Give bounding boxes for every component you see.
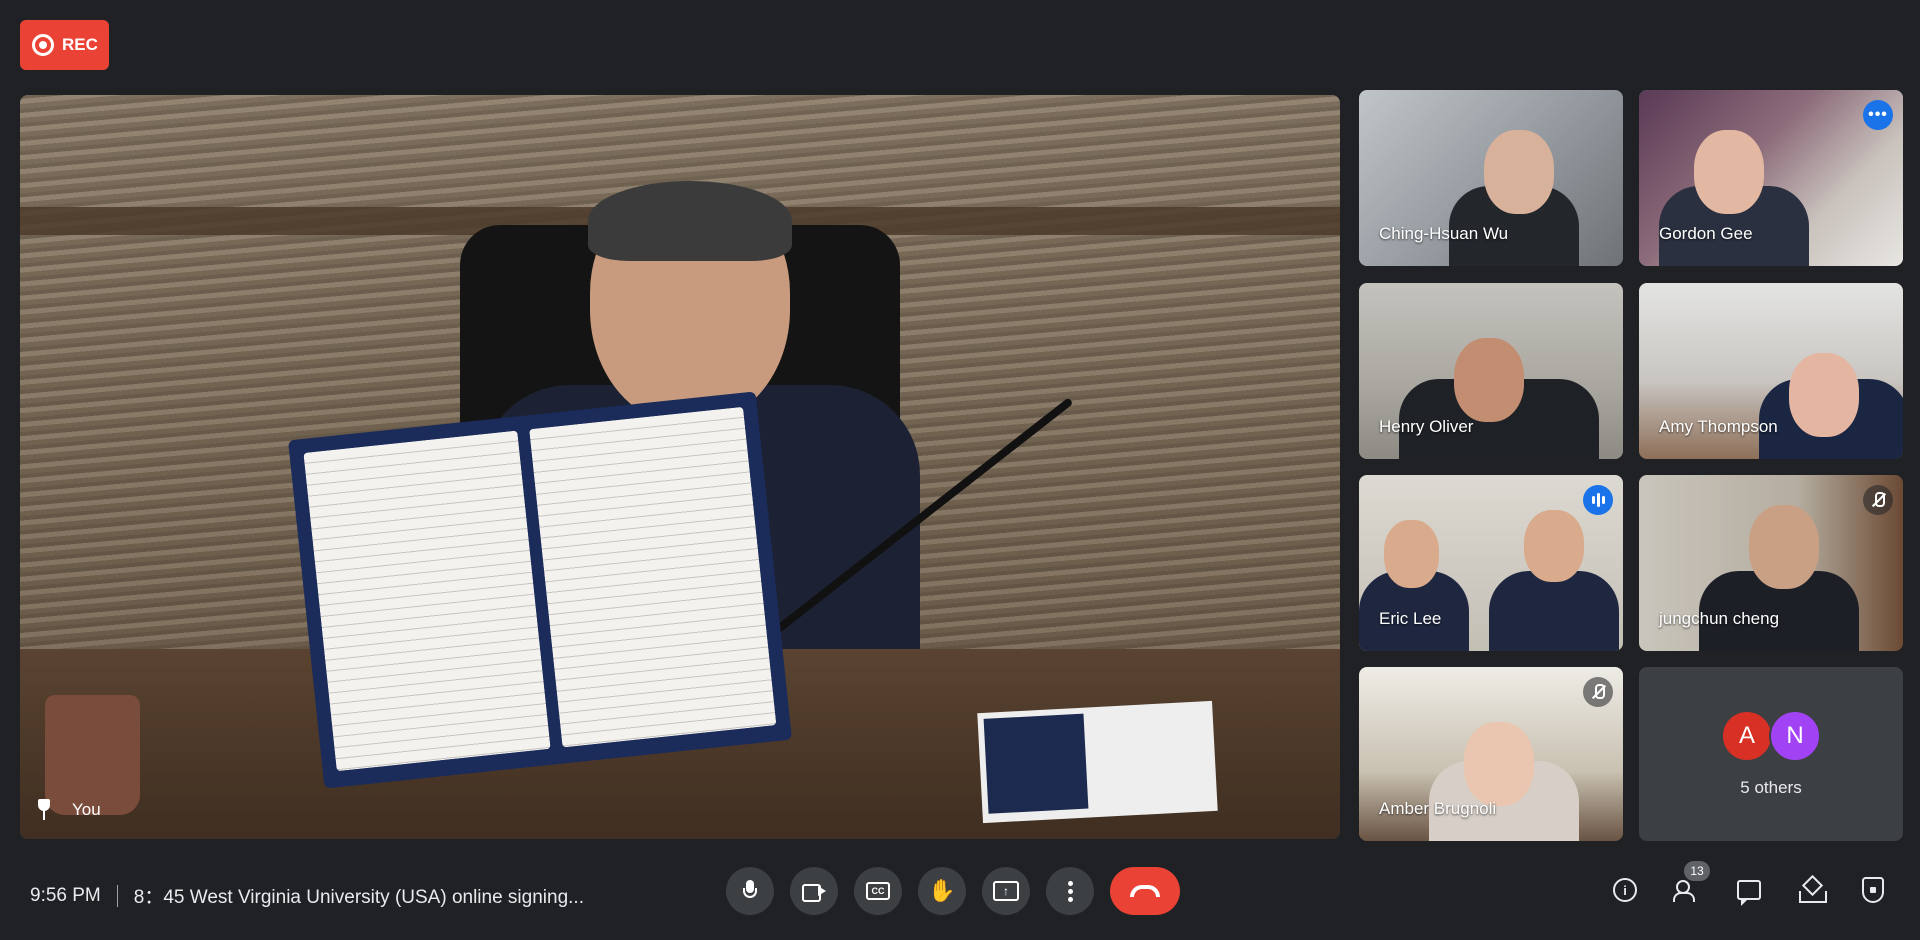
participant-count-badge: 13 [1684,861,1710,881]
avatar: A [1721,710,1773,762]
activities-icon [1799,878,1827,903]
self-label: You [34,799,101,821]
self-name: You [72,800,101,819]
more-options-button[interactable]: ••• [1863,100,1893,130]
speaking-icon [1591,493,1605,507]
muted-indicator [1583,677,1613,707]
more-options-button[interactable] [1046,867,1094,915]
present-icon: ↑ [993,881,1019,901]
info-icon: i [1613,878,1637,902]
main-video[interactable]: You [20,95,1340,839]
participant-tile[interactable]: Ching-Hsuan Wu [1359,90,1623,266]
call-controls: CC ✋ ↑ [726,867,1180,915]
meeting-side-controls: i 13 [1608,861,1890,907]
host-controls-button[interactable] [1856,873,1890,907]
participant-name: Amber Brugnoli [1379,799,1497,818]
speaking-indicator [1583,485,1613,515]
host-controls-icon [1862,877,1884,903]
meeting-title: 8：45 West Virginia University (USA) onli… [133,887,584,908]
divider [116,884,118,907]
participant-tile[interactable]: Eric Lee [1359,475,1623,651]
recording-indicator[interactable]: REC [20,20,109,70]
chat-icon [1737,880,1761,906]
participant-name: Gordon Gee [1659,224,1753,243]
video-mug [45,695,140,815]
people-icon [1673,880,1701,902]
participant-name: Eric Lee [1379,609,1442,628]
participant-tile[interactable]: ••• Gordon Gee [1639,90,1903,266]
avatar: N [1769,710,1821,762]
raise-hand-icon: ✋ [928,878,956,903]
muted-icon [1592,684,1605,700]
muted-icon [1872,492,1885,508]
muted-indicator [1863,485,1893,515]
microphone-icon [743,880,757,902]
more-options-icon [1067,880,1073,902]
captions-icon: CC [866,882,890,900]
record-icon [32,34,54,56]
raise-hand-button[interactable]: ✋ [918,867,966,915]
clock-time: 9:56 PM [30,884,101,906]
activities-button[interactable] [1794,873,1828,907]
present-button[interactable]: ↑ [982,867,1030,915]
camera-button[interactable] [790,867,838,915]
recording-label: REC [62,35,98,54]
bottom-toolbar: 9:56 PM 8：45 West Virginia University (U… [0,840,1920,940]
meeting-info-button[interactable]: i [1608,873,1642,907]
captions-button[interactable]: CC [854,867,902,915]
participant-name: Ching-Hsuan Wu [1379,224,1509,243]
end-call-icon [1130,885,1160,897]
signed-agreement-folder [287,391,793,789]
microphone-button[interactable] [726,867,774,915]
others-count-label: 5 others [1740,778,1802,797]
pin-icon[interactable] [34,799,54,821]
participant-name: Henry Oliver [1379,417,1474,436]
meeting-details: 9:56 PM 8：45 West Virginia University (U… [30,882,584,909]
others-avatars: A N [1721,710,1821,762]
video-papers [977,700,1218,824]
participant-name: Amy Thompson [1659,417,1778,436]
end-call-button[interactable] [1110,867,1180,915]
others-tile[interactable]: A N 5 others [1639,667,1903,841]
participant-tile[interactable]: jungchun cheng [1639,475,1903,651]
participant-tile[interactable]: Amber Brugnoli [1359,667,1623,841]
participant-tile[interactable]: Amy Thompson [1639,283,1903,459]
participant-name: jungchun cheng [1659,609,1780,628]
people-button[interactable]: 13 [1670,861,1710,907]
chat-button[interactable] [1732,873,1766,907]
camera-icon [802,883,826,902]
participant-tile[interactable]: Henry Oliver [1359,283,1623,459]
